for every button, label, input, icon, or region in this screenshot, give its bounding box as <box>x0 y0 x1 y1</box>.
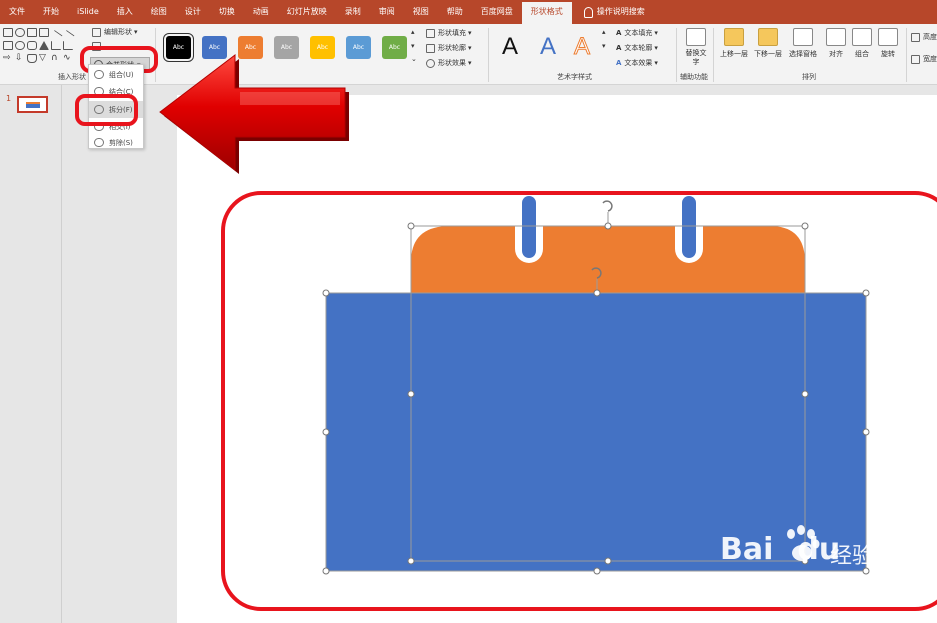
resize-handle[interactable] <box>862 289 870 297</box>
menu-item-union-label: 组合(U) <box>109 70 134 79</box>
resize-handle[interactable] <box>862 428 870 436</box>
callout-frame-fragment-item <box>75 94 138 126</box>
watermark-url: jingyan.baidu.com <box>722 582 842 597</box>
watermark-brand-text: Bai <box>720 532 774 567</box>
blue-ring-right[interactable] <box>682 196 696 258</box>
arrow-highlight <box>240 92 340 105</box>
menu-item-subtract-label: 剪除(S) <box>109 138 133 147</box>
resize-handle[interactable] <box>407 557 415 565</box>
watermark-brand-cn: 经验 <box>830 544 875 569</box>
resize-handle[interactable] <box>407 390 415 398</box>
menu-item-union[interactable]: 组合(U) <box>89 66 143 83</box>
menu-item-subtract[interactable]: 剪除(S) <box>89 134 143 151</box>
subtract-icon <box>94 138 104 147</box>
blue-ring-left[interactable] <box>522 196 536 258</box>
blue-rectangle-shape[interactable] <box>326 293 866 571</box>
watermark-brand: Bai du <box>720 532 840 567</box>
resize-handle[interactable] <box>593 289 601 297</box>
resize-handle[interactable] <box>322 289 330 297</box>
resize-handle[interactable] <box>801 390 809 398</box>
rotate-handle-icon[interactable] <box>602 200 613 212</box>
resize-handle[interactable] <box>593 567 601 575</box>
resize-handle[interactable] <box>801 222 809 230</box>
resize-handle[interactable] <box>407 222 415 230</box>
orange-rounded-shape[interactable] <box>411 226 805 295</box>
resize-handle[interactable] <box>604 222 612 230</box>
red-arrow-icon <box>159 53 346 172</box>
resize-handle[interactable] <box>322 567 330 575</box>
resize-handle[interactable] <box>604 557 612 565</box>
union-icon <box>94 70 104 79</box>
resize-handle[interactable] <box>322 428 330 436</box>
